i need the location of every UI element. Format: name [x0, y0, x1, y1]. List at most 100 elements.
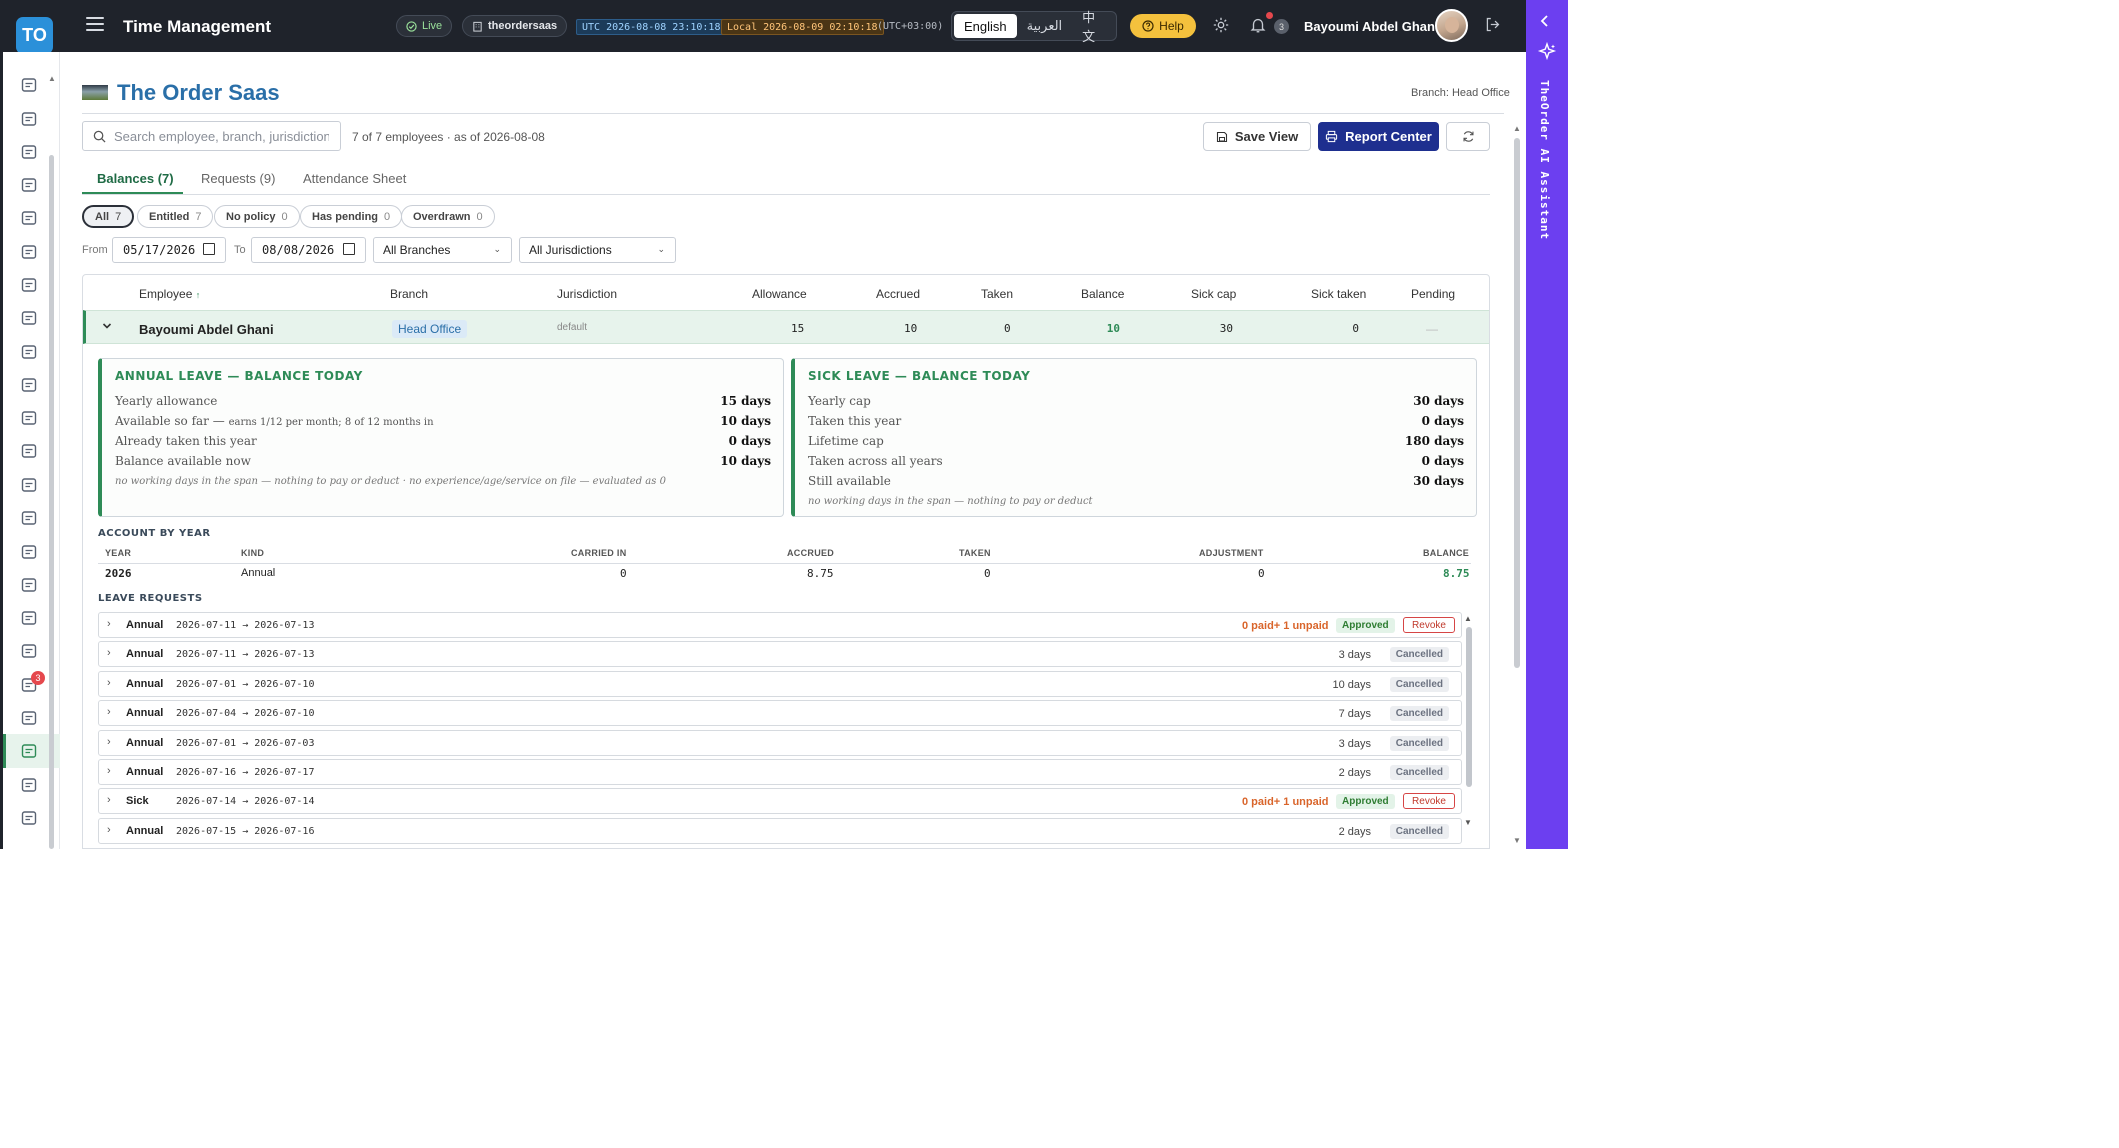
- chevron-right-icon[interactable]: ›: [107, 647, 111, 659]
- requests-scrollbar[interactable]: [1466, 627, 1472, 787]
- to-date-input[interactable]: 08/08/2026: [251, 237, 366, 263]
- time-calendar-icon[interactable]: [20, 742, 40, 762]
- refresh-button[interactable]: [1446, 122, 1490, 151]
- chevron-right-icon[interactable]: ›: [107, 765, 111, 777]
- user-avatar[interactable]: [1435, 9, 1468, 42]
- leave-request-row[interactable]: › Annual 2026-07-16 → 2026-07-17 2 days Canc…: [98, 759, 1462, 785]
- app-logo[interactable]: TO: [16, 17, 53, 54]
- col-branch[interactable]: Branch: [390, 287, 428, 301]
- tenant-pill[interactable]: theordersaas: [462, 15, 568, 37]
- briefcase-icon[interactable]: [20, 343, 40, 363]
- dollar-icon[interactable]: [20, 543, 40, 563]
- search-input[interactable]: [114, 128, 329, 144]
- calendar-icon[interactable]: [203, 243, 215, 255]
- logout-icon[interactable]: [1484, 16, 1504, 36]
- wallet-icon[interactable]: [20, 409, 40, 429]
- col-pending[interactable]: Pending: [1411, 287, 1455, 301]
- menu-toggle-icon[interactable]: [86, 17, 104, 33]
- employee-name[interactable]: Bayoumi Abdel Ghani: [139, 322, 274, 337]
- chevron-left-icon[interactable]: [1540, 14, 1550, 31]
- requests-scroll-up-icon[interactable]: ▲: [1464, 614, 1472, 623]
- team-icon[interactable]: [20, 709, 40, 729]
- percent-icon[interactable]: [20, 609, 40, 629]
- col-jurisdiction[interactable]: Jurisdiction: [557, 287, 617, 301]
- bank-icon[interactable]: [20, 442, 40, 462]
- chevron-right-icon[interactable]: ›: [107, 618, 111, 630]
- card-icon[interactable]: [20, 776, 40, 796]
- chip-no-policy[interactable]: No policy 0: [214, 205, 300, 228]
- leave-request-row[interactable]: › Annual 2026-07-01 → 2026-07-10 10 days Can…: [98, 670, 1462, 697]
- requests-scroll-down-icon[interactable]: ▼: [1464, 818, 1472, 827]
- jurisdiction-select[interactable]: All Jurisdictions ⌄: [519, 237, 676, 263]
- report-center-button[interactable]: Report Center: [1318, 122, 1439, 151]
- table-row[interactable]: Bayoumi Abdel Ghani Head Office default …: [83, 310, 1489, 344]
- badge-icon[interactable]: [20, 276, 40, 296]
- sidebar-scroll-up-icon[interactable]: ▲: [48, 74, 56, 83]
- box-icon[interactable]: [20, 176, 40, 196]
- document-icon[interactable]: [20, 476, 40, 496]
- bell-icon[interactable]: [1249, 16, 1269, 36]
- layers-icon[interactable]: [20, 209, 40, 229]
- col-accrued[interactable]: Accrued: [876, 287, 920, 301]
- annual-leave-card: ANNUAL LEAVE — BALANCE TODAY Yearly allo…: [98, 358, 784, 517]
- user-name[interactable]: Bayoumi Abdel Ghani: [1304, 19, 1439, 34]
- lang-english[interactable]: English: [954, 14, 1017, 38]
- leave-request-row[interactable]: › Annual 2026-07-04 → 2026-07-10 7 days Canc…: [98, 700, 1462, 727]
- col-taken[interactable]: Taken: [981, 287, 1013, 301]
- chip-all[interactable]: All 7: [82, 205, 135, 228]
- ai-assistant-label[interactable]: TheOrder AI Assistant: [1538, 80, 1551, 240]
- settings-gear-icon[interactable]: [1212, 16, 1232, 36]
- leave-request-row[interactable]: › Sick 2026-07-14 → 2026-07-14 0 paid+ 1 un…: [98, 788, 1462, 815]
- main-scroll-down-icon[interactable]: ▼: [1513, 836, 1521, 845]
- chip-has-pending[interactable]: Has pending 0: [300, 205, 403, 228]
- chevron-right-icon[interactable]: ›: [107, 736, 111, 748]
- col-sick-cap[interactable]: Sick cap: [1191, 287, 1236, 301]
- language-switcher: English العربية 中文: [951, 10, 1117, 44]
- tab-balances[interactable]: Balances (7): [97, 171, 174, 186]
- inbox-icon[interactable]: [20, 642, 40, 662]
- tab-attendance-sheet[interactable]: Attendance Sheet: [303, 171, 406, 186]
- invoice-icon[interactable]: [20, 376, 40, 396]
- leave-request-row[interactable]: › Annual 2026-07-01 → 2026-07-03 3 days Canc…: [98, 729, 1462, 756]
- search-box[interactable]: [82, 121, 341, 151]
- col-allowance[interactable]: Allowance: [752, 287, 807, 301]
- bar-chart-icon[interactable]: [20, 576, 40, 596]
- save-view-button[interactable]: Save View: [1203, 122, 1311, 151]
- chip-entitled[interactable]: Entitled 7: [137, 205, 214, 228]
- sick-row-label: Still available: [808, 474, 891, 488]
- cart-icon[interactable]: [20, 76, 40, 96]
- chevron-right-icon[interactable]: ›: [107, 706, 111, 718]
- revoke-button[interactable]: Revoke: [1403, 793, 1455, 810]
- col-employee[interactable]: Employee ↑: [139, 287, 200, 301]
- leave-request-row[interactable]: › Annual 2026-07-11 → 2026-07-13 3 days Canc…: [98, 641, 1462, 668]
- lang-arabic[interactable]: العربية: [1017, 14, 1073, 38]
- leave-request-row[interactable]: › Annual 2026-07-15 → 2026-07-16 2 days Canc…: [98, 817, 1462, 844]
- activity-icon[interactable]: [20, 809, 40, 829]
- chevron-right-icon[interactable]: ›: [107, 677, 111, 689]
- users-icon[interactable]: [20, 243, 40, 263]
- tab-requests[interactable]: Requests (9): [201, 171, 275, 186]
- col-balance[interactable]: Balance: [1081, 287, 1124, 301]
- col-sick-taken[interactable]: Sick taken: [1311, 287, 1366, 301]
- chevron-right-icon[interactable]: ›: [107, 824, 111, 836]
- from-date-input[interactable]: 05/17/2026: [112, 237, 226, 263]
- sidebar-scrollbar[interactable]: [49, 155, 54, 849]
- revoke-button[interactable]: Revoke: [1403, 617, 1455, 633]
- chip-overdrawn[interactable]: Overdrawn 0: [401, 205, 495, 228]
- branch-select[interactable]: All Branches ⌄: [373, 237, 512, 263]
- lang-chinese[interactable]: 中文: [1072, 10, 1114, 44]
- chevron-right-icon[interactable]: ›: [107, 794, 111, 806]
- request-days: 3 days: [1338, 737, 1371, 750]
- archive-icon[interactable]: [20, 143, 40, 163]
- accessibility-icon[interactable]: [20, 309, 40, 329]
- main-scroll-up-icon[interactable]: ▲: [1513, 124, 1521, 133]
- leave-request-row[interactable]: › Annual 2026-07-11 → 2026-07-13 0 paid+ 1 …: [98, 612, 1462, 638]
- calendar-icon[interactable]: [343, 243, 355, 255]
- chevron-down-icon[interactable]: [102, 320, 112, 334]
- clipboard-check-icon[interactable]: [20, 110, 40, 130]
- main-scrollbar[interactable]: [1514, 138, 1520, 668]
- help-button[interactable]: Help: [1130, 14, 1196, 38]
- top-bar: TO Time Management Live theordersaas UTC…: [0, 0, 1526, 54]
- from-label: From: [82, 244, 108, 256]
- book-icon[interactable]: [20, 509, 40, 529]
